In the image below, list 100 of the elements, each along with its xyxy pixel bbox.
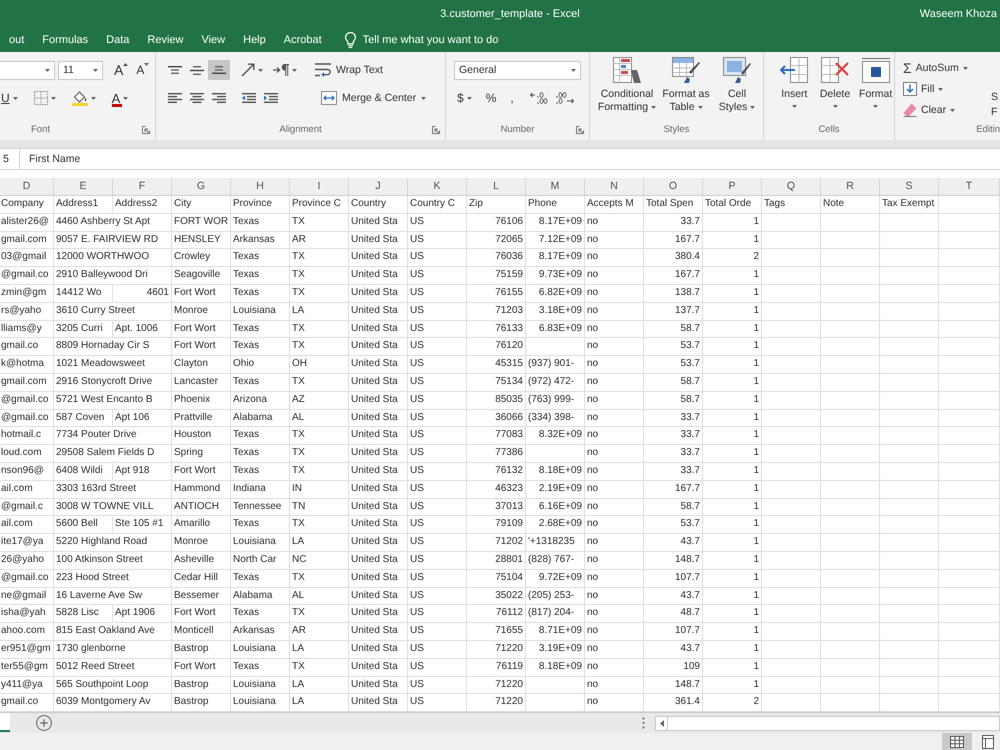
table-cell: United Sta	[349, 588, 408, 606]
cell-styles-button[interactable]: Cell Styles	[714, 57, 760, 114]
column-header[interactable]: Q	[762, 178, 821, 195]
table-cell: Fort Wort	[172, 658, 231, 677]
fill-button[interactable]: Fill	[901, 79, 946, 99]
merge-center-button[interactable]: Merge & Center	[318, 88, 430, 108]
percent-button[interactable]: %	[482, 88, 500, 108]
column-header[interactable]: O	[644, 178, 703, 195]
table-cell: IN	[290, 480, 349, 499]
column-header[interactable]: M	[526, 178, 585, 195]
ribbon-tab[interactable]: Review	[138, 29, 192, 51]
table-cell: TX	[290, 267, 349, 285]
ribbon-tab[interactable]: View	[192, 29, 234, 51]
autosum-button[interactable]: Σ AutoSum	[901, 58, 970, 78]
table-cell: 71655	[467, 623, 526, 641]
column-header[interactable]: G	[172, 178, 231, 195]
column-header[interactable]: N	[585, 178, 644, 195]
empty-cell	[821, 534, 880, 552]
decimal-left-arrow-icon	[530, 92, 548, 104]
format-button[interactable]: Format	[857, 57, 894, 108]
table-cell: no	[585, 570, 644, 588]
decrease-font-size-button[interactable]: A	[133, 60, 152, 80]
column-header[interactable]: D	[0, 178, 54, 195]
delete-button[interactable]: Delete	[816, 57, 854, 108]
caret-icon	[873, 105, 878, 108]
empty-cell	[526, 445, 585, 463]
align-bottom-button[interactable]	[208, 60, 230, 80]
horizontal-scrollbar[interactable]	[668, 716, 1000, 731]
ribbon-tab[interactable]: Acrobat	[274, 29, 331, 51]
table-cell: 7734 Pouter Drive	[54, 427, 172, 446]
column-header[interactable]: J	[349, 178, 408, 195]
sheet-tab[interactable]	[0, 713, 10, 732]
font-size-dropdown[interactable]: 11	[58, 60, 103, 80]
increase-font-size-button[interactable]: A	[111, 60, 132, 80]
empty-cell	[880, 445, 939, 463]
corner-arrow-icon[interactable]	[576, 126, 584, 134]
table-cell: United Sta	[349, 392, 408, 410]
table-cell: 71202	[467, 534, 526, 552]
column-header[interactable]: H	[231, 178, 290, 195]
empty-cell	[939, 374, 1000, 392]
column-header[interactable]: S	[880, 178, 939, 195]
scroll-left-button[interactable]	[655, 716, 668, 731]
column-header[interactable]: P	[703, 178, 762, 195]
empty-cell	[821, 640, 880, 659]
number-format-dropdown[interactable]: General	[454, 60, 581, 80]
ribbon-tab[interactable]: Help	[234, 29, 275, 51]
ribbon-tab[interactable]: out	[0, 29, 34, 51]
normal-view-button[interactable]	[942, 733, 972, 750]
table-cell: Spring	[172, 445, 231, 463]
clear-button[interactable]: Clear	[901, 100, 958, 120]
ribbon-tab[interactable]: Formulas	[33, 29, 98, 51]
underline-button[interactable]: U	[0, 88, 21, 108]
empty-cell	[821, 284, 880, 303]
column-header[interactable]: L	[467, 178, 526, 195]
table-cell: gmail.com	[0, 232, 54, 250]
ribbon-tab[interactable]: Data	[97, 29, 138, 51]
format-as-table-button[interactable]: Format as Table	[660, 57, 712, 114]
insert-button[interactable]: Insert	[776, 57, 813, 108]
caret-icon	[698, 106, 703, 109]
table-cell: 1	[703, 605, 762, 624]
column-header[interactable]: I	[290, 178, 349, 195]
conditional-formatting-button[interactable]: Conditional Formatting	[596, 57, 658, 114]
empty-cell	[880, 605, 939, 624]
table-cell: United Sta	[349, 534, 408, 552]
column-header[interactable]: R	[821, 178, 880, 195]
empty-cell	[939, 480, 1000, 499]
table-cell: Louisiana	[231, 676, 290, 694]
arrow-paragraph-icon	[273, 64, 289, 76]
formula-field[interactable]: First Name	[20, 149, 1000, 169]
empty-cell	[880, 498, 939, 516]
table-cell: 1	[703, 640, 762, 659]
empty-cell	[880, 374, 939, 392]
currency-button[interactable]: $	[454, 88, 475, 108]
table-cell: no	[585, 588, 644, 606]
corner-arrow-icon[interactable]	[432, 126, 440, 134]
wrap-text-button[interactable]: Wrap Text	[312, 60, 386, 80]
empty-cell	[939, 516, 1000, 534]
table-cell: 1	[703, 623, 762, 641]
add-sheet-button[interactable]	[36, 715, 52, 732]
diagonal-arrow-icon	[241, 63, 255, 77]
tell-me-field[interactable]: Tell me what you want to do	[362, 34, 513, 46]
name-box[interactable]: 5	[0, 149, 20, 169]
column-header[interactable]: T	[939, 178, 1000, 195]
table-cell: 37013	[467, 498, 526, 516]
ribbon-button[interactable]: S F	[991, 58, 1000, 120]
table-cell: US	[408, 427, 467, 446]
table-cell: 8.18E+09	[526, 462, 585, 481]
table-cell: Total Orde	[703, 196, 762, 214]
comma-style-button[interactable]: ,	[507, 88, 517, 108]
empty-cell	[939, 498, 1000, 516]
table-cell: @gmail.c	[0, 498, 54, 516]
table-cell: Monroe	[172, 534, 231, 552]
table-cell: US	[408, 676, 467, 694]
empty-cell	[762, 214, 821, 232]
corner-arrow-icon[interactable]	[142, 126, 150, 134]
caret-up-icon	[123, 63, 128, 66]
column-header[interactable]: E	[54, 178, 113, 195]
column-header[interactable]: K	[408, 178, 467, 195]
column-header[interactable]: F	[113, 178, 172, 195]
table-cell: Phone	[526, 196, 585, 214]
